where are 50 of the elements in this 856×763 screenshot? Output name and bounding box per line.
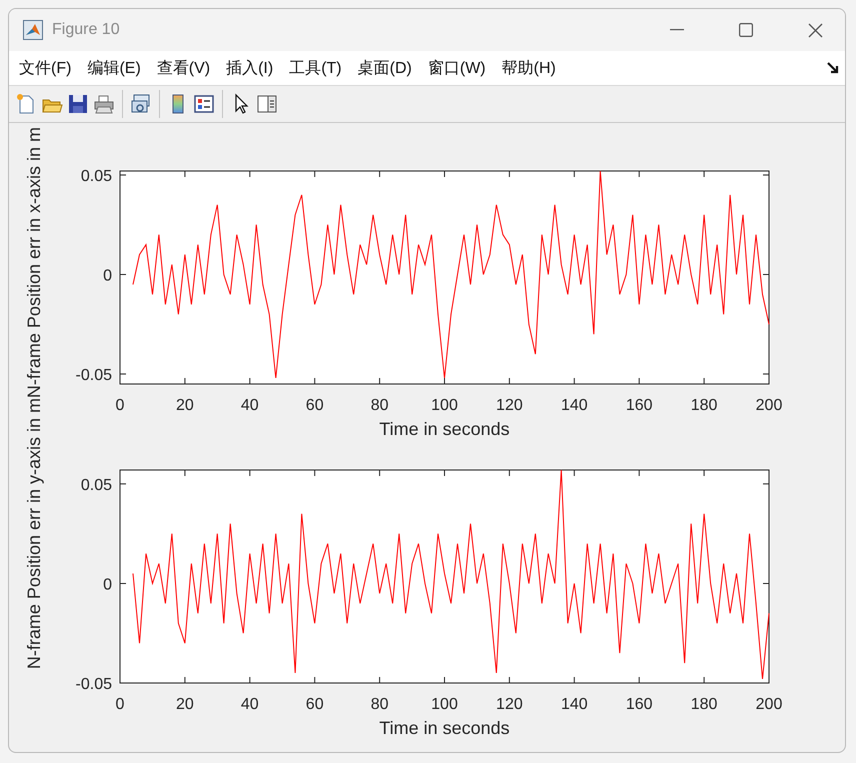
- tick-label: 20: [176, 696, 194, 713]
- tick-label: 100: [431, 397, 458, 414]
- tick-label: 80: [370, 397, 388, 414]
- app-icon: [23, 20, 43, 40]
- axis-title: N-frame Position err in y-axis in m: [24, 398, 44, 670]
- tick-label: 60: [306, 696, 324, 713]
- tick-label: 140: [560, 696, 588, 713]
- menu-item[interactable]: 文件(F): [19, 58, 72, 78]
- tick-label: 200: [756, 696, 782, 713]
- dock-arrow-icon[interactable]: [827, 62, 839, 74]
- axis-title: Time in seconds: [379, 419, 510, 439]
- menu-item[interactable]: 桌面(D): [358, 58, 412, 78]
- tick-label: 180: [690, 696, 718, 713]
- tick-label: 120: [496, 696, 523, 713]
- menu-item[interactable]: 插入(I): [226, 58, 274, 78]
- tick-label: 160: [626, 397, 653, 414]
- linked-windows-icon[interactable]: [130, 93, 152, 115]
- axis-title: N-frame Position err in x-axis in m: [24, 127, 44, 398]
- tick-label: 120: [496, 397, 523, 414]
- close-icon[interactable]: [808, 22, 823, 38]
- tick-label: 40: [240, 397, 259, 414]
- axis-title: Time in seconds: [379, 718, 510, 738]
- tick-label: 0: [103, 268, 112, 285]
- tick-label: 140: [560, 397, 588, 414]
- tick-label: 0.05: [80, 168, 112, 185]
- menu-item[interactable]: 工具(T): [289, 58, 342, 78]
- tick-label: 20: [176, 397, 194, 414]
- legend-icon[interactable]: [193, 93, 215, 115]
- tick-label: 180: [690, 397, 718, 414]
- tick-label: 40: [240, 696, 259, 713]
- tick-label: 0: [116, 397, 124, 414]
- tick-label: 0.05: [80, 476, 112, 494]
- minimize-icon[interactable]: [670, 29, 684, 31]
- tick-label: 200: [756, 397, 782, 414]
- menu-item[interactable]: 帮助(H): [502, 58, 556, 78]
- tick-label: -0.05: [76, 676, 112, 693]
- tick-label: 100: [431, 696, 458, 713]
- maximize-icon[interactable]: [739, 23, 753, 37]
- window-title: Figure 10: [52, 21, 120, 39]
- tick-label: -0.05: [76, 367, 112, 384]
- tick-label: 60: [306, 397, 324, 414]
- tick-label: 160: [626, 696, 653, 713]
- menu-item[interactable]: 编辑(E): [87, 58, 141, 78]
- tick-label: 0: [103, 576, 112, 594]
- printer-icon[interactable]: [93, 93, 115, 115]
- panel-icon[interactable]: [256, 93, 278, 115]
- tick-label: 0: [116, 696, 124, 713]
- tick-label: 80: [370, 696, 388, 713]
- menu-item[interactable]: 查看(V): [156, 58, 210, 78]
- menu-item[interactable]: 窗口(W): [428, 58, 486, 78]
